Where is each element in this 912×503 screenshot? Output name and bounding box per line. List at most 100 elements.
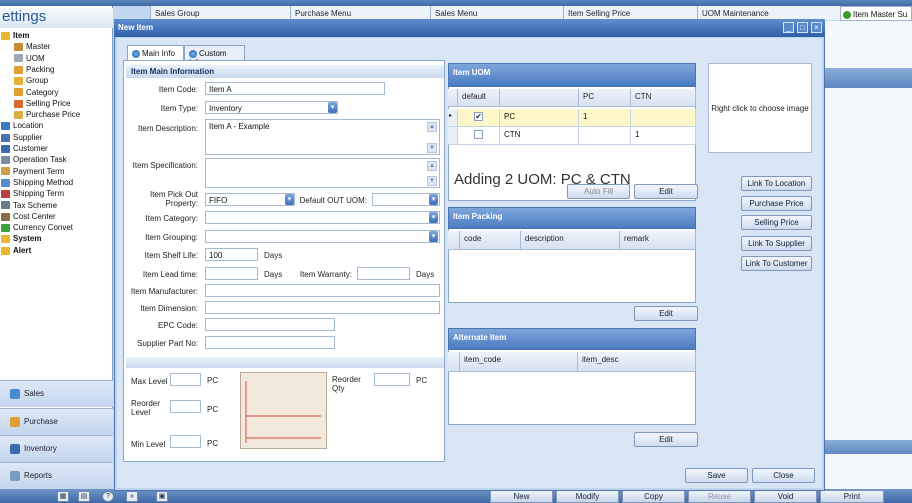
tree-item[interactable]: UOM (14, 53, 45, 64)
scroll-up-icon[interactable]: ▲ (427, 161, 437, 171)
tree-item[interactable]: Alert (1, 245, 31, 256)
link-to-location-button[interactable]: Link To Location (741, 176, 812, 191)
purchase-price-button[interactable]: Purchase Price (741, 196, 812, 211)
tab-sales-group[interactable]: Sales Group (150, 6, 290, 20)
tree-item[interactable]: Payment Term (1, 166, 64, 177)
tree-item[interactable]: Tax Scheme (1, 200, 57, 211)
col-item-code[interactable]: item_code (460, 352, 578, 372)
toolbar-button-new[interactable]: New (490, 490, 553, 503)
tree-item[interactable]: Packing (14, 64, 54, 75)
tree-item[interactable]: Item (1, 30, 29, 41)
tab-sales-menu[interactable]: Sales Menu (430, 6, 563, 20)
toolbar-button-copy[interactable]: Copy (622, 490, 685, 503)
window-icon[interactable]: ▣ (156, 491, 168, 502)
col-code[interactable]: code (460, 231, 521, 250)
tab-custom-info[interactable]: Custom Info (184, 45, 245, 67)
tree-item[interactable]: Supplier (1, 132, 42, 143)
chevron-down-icon[interactable]: ▾ (328, 102, 337, 113)
link-to-supplier-button[interactable]: Link To Supplier (741, 236, 812, 251)
item-grouping-select[interactable] (205, 230, 440, 243)
module-button[interactable]: Inventory (0, 435, 113, 462)
tab-item-master[interactable]: Item Master Su (840, 6, 912, 21)
table-row-uom-cell[interactable]: PC (500, 109, 579, 127)
reorder-level-field[interactable] (170, 400, 201, 413)
tree-item[interactable]: System (1, 233, 41, 244)
scroll-up-icon[interactable]: ▲ (427, 122, 437, 132)
reorder-qty-field[interactable] (374, 373, 410, 386)
supplier-part-no-field[interactable] (205, 336, 335, 349)
shelf-life-field[interactable]: 100 (205, 248, 258, 261)
item-code-field[interactable]: Item A (205, 82, 385, 95)
close-icon[interactable]: × (811, 22, 822, 33)
scroll-down-icon[interactable]: ▼ (427, 143, 437, 153)
table-row-default-cell[interactable] (458, 127, 500, 145)
tree-item[interactable]: Purchase Price (14, 109, 80, 120)
selling-price-button[interactable]: Selling Price (741, 215, 812, 230)
col-item-desc[interactable]: item_desc (578, 352, 696, 372)
tree-item[interactable]: Shipping Method (1, 177, 73, 188)
col-default[interactable]: default (458, 89, 500, 107)
pick-out-property-select[interactable]: FIFO (205, 193, 295, 206)
link-to-customer-button[interactable]: Link To Customer (741, 256, 812, 271)
scroll-down-icon[interactable]: ▼ (427, 176, 437, 186)
tab-main-info[interactable]: Main Info (127, 45, 184, 60)
toolbar-button-void[interactable]: Void (754, 490, 817, 503)
module-button[interactable]: Purchase (0, 408, 113, 435)
tab-purchase-menu[interactable]: Purchase Menu (290, 6, 430, 20)
item-specification-field[interactable] (205, 158, 440, 188)
table-row-uom-cell[interactable]: CTN (500, 127, 579, 145)
item-category-select[interactable] (205, 211, 440, 224)
chevron-down-icon[interactable]: ▾ (429, 194, 438, 205)
uom-edit-button[interactable]: Edit (634, 184, 698, 199)
tree-item[interactable]: Selling Price (14, 98, 70, 109)
tab-uom-maintenance[interactable]: UOM Maintenance (697, 6, 840, 20)
default-checkbox[interactable]: ✔ (474, 112, 483, 122)
tool-icon[interactable]: ▤ (78, 491, 90, 502)
alternate-edit-button[interactable]: Edit (634, 432, 698, 447)
table-row-ctn-cell[interactable]: 1 (631, 127, 696, 145)
tree-item[interactable]: Group (14, 75, 48, 86)
chevron-down-icon[interactable]: ▾ (285, 194, 294, 205)
toolbar-button-modify[interactable]: Modify (556, 490, 619, 503)
chevron-down-icon[interactable]: ▾ (429, 231, 438, 242)
chevron-down-icon[interactable]: ▾ (429, 212, 438, 223)
manufacturer-field[interactable] (205, 284, 440, 297)
packing-edit-button[interactable]: Edit (634, 306, 698, 321)
warranty-field[interactable] (357, 267, 410, 280)
col-pc[interactable]: PC (579, 89, 631, 107)
close-button[interactable]: Close (752, 468, 815, 483)
item-image-box[interactable]: Right click to choose image (708, 63, 812, 153)
minimize-icon[interactable]: _ (783, 22, 794, 33)
item-type-select[interactable]: Inventory (205, 101, 338, 114)
tab-item-selling-price[interactable]: Item Selling Price (563, 6, 697, 20)
default-checkbox[interactable] (474, 130, 483, 140)
tree-item[interactable]: Location (1, 120, 43, 131)
toolbar-button-reuse[interactable]: Reuse (688, 490, 751, 503)
dimension-field[interactable] (205, 301, 440, 314)
tree-item[interactable]: Cost Center (1, 211, 56, 222)
epc-code-field[interactable] (205, 318, 335, 331)
save-button[interactable]: Save (685, 468, 748, 483)
toolbar-button-print[interactable]: Print (820, 490, 884, 503)
table-row-ctn-cell[interactable] (631, 109, 696, 127)
lead-time-field[interactable] (205, 267, 258, 280)
col-remark[interactable]: remark (620, 231, 696, 250)
chevron-right-icon[interactable]: » (126, 491, 138, 502)
min-level-field[interactable] (170, 435, 201, 448)
module-button[interactable]: Sales (0, 380, 113, 407)
tree-item[interactable]: Category (14, 87, 58, 98)
tree-item[interactable]: Customer (1, 143, 48, 154)
table-row-pc-cell[interactable]: 1 (579, 109, 631, 127)
col-description[interactable]: description (521, 231, 620, 250)
tool-icon[interactable]: ▦ (57, 491, 69, 502)
maximize-icon[interactable]: □ (797, 22, 808, 33)
col-ctn[interactable]: CTN (631, 89, 696, 107)
tree-item[interactable]: Master (14, 41, 50, 52)
tree-item[interactable]: Currency Convet (1, 222, 73, 233)
tree-item[interactable]: Operation Task (1, 154, 67, 165)
table-row-pc-cell[interactable] (579, 127, 631, 145)
module-button[interactable]: Reports (0, 462, 113, 489)
col-uom[interactable] (500, 89, 579, 107)
help-icon[interactable]: ? (102, 491, 114, 502)
tree-item[interactable]: Shipping Term (1, 188, 64, 199)
